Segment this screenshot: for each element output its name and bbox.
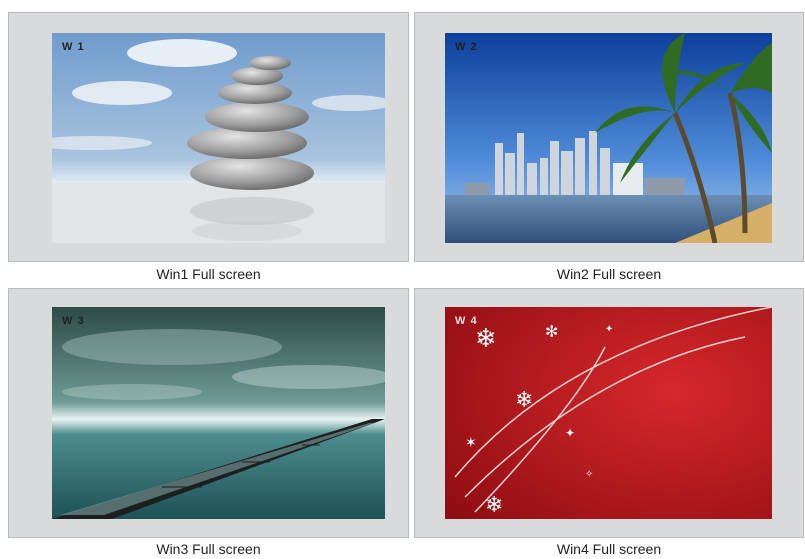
window-3-preview[interactable]: W 3 xyxy=(52,307,385,519)
svg-text:✻: ✻ xyxy=(545,322,558,341)
window-caption-2[interactable]: Win2 Full screen xyxy=(414,266,804,282)
window-tag: W 2 xyxy=(455,41,478,53)
window-panel-3: W 3 xyxy=(8,288,409,538)
city-palm-image xyxy=(445,33,772,243)
window-tag: W 3 xyxy=(62,315,85,327)
svg-text:❄: ❄ xyxy=(485,493,503,518)
window-tag: W 4 xyxy=(455,315,478,327)
window-panel-4: ❄ ❄ ✻ ✶ ✦ ❄ ✧ ✦ W 4 xyxy=(414,288,804,538)
window-panel-2: W 2 xyxy=(414,12,804,262)
svg-text:✦: ✦ xyxy=(605,324,613,335)
window-1-preview[interactable]: W 1 xyxy=(52,33,385,243)
window-caption-4[interactable]: Win4 Full screen xyxy=(414,541,804,557)
svg-text:✧: ✧ xyxy=(585,469,593,480)
window-caption-1[interactable]: Win1 Full screen xyxy=(8,266,409,282)
window-caption-3[interactable]: Win3 Full screen xyxy=(8,541,409,557)
svg-text:❄: ❄ xyxy=(515,388,533,413)
window-2-preview[interactable]: W 2 xyxy=(445,33,772,243)
svg-text:✦: ✦ xyxy=(565,426,575,440)
snowflake-red-image: ❄ ❄ ✻ ✶ ✦ ❄ ✧ ✦ xyxy=(445,307,772,519)
window-panel-1: W 1 xyxy=(8,12,409,262)
svg-text:❄: ❄ xyxy=(475,324,497,354)
stones-image xyxy=(52,33,385,243)
sea-film-image xyxy=(52,307,385,519)
svg-text:✶: ✶ xyxy=(465,435,477,451)
window-4-preview[interactable]: ❄ ❄ ✻ ✶ ✦ ❄ ✧ ✦ W 4 xyxy=(445,307,772,519)
window-tag: W 1 xyxy=(62,41,85,53)
